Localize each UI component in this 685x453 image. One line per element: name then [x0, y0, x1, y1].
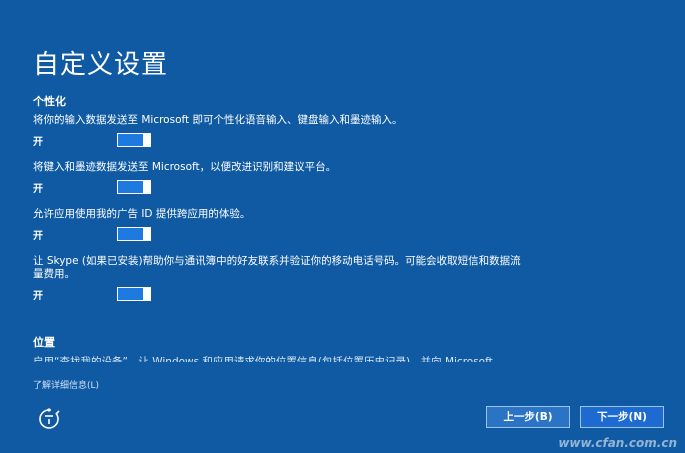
learn-more-link[interactable]: 了解详细信息(L) — [33, 378, 99, 391]
skype-contacts-toggle[interactable] — [117, 287, 151, 301]
toggle-state-label: 开 — [33, 183, 43, 195]
toggle-knob — [143, 227, 151, 241]
toggle-state-label: 开 — [33, 230, 43, 242]
setting-input-personalization: 将你的输入数据发送至 Microsoft 即可个性化语音输入、键盘输入和墨迹输入… — [33, 114, 523, 148]
location-partial-description: 启用“查找我的设备”，让 Windows 和应用请求你的位置信息(包括位置历史记… — [33, 356, 493, 362]
personalization-header: 个性化 — [33, 95, 66, 108]
setting-description: 将键入和墨迹数据发送至 Microsoft，以便改进识别和建议平台。 — [33, 161, 337, 173]
setting-description: 允许应用使用我的广告 ID 提供跨应用的体验。 — [33, 208, 251, 220]
toggle-state-label: 开 — [33, 136, 43, 148]
toggle-knob — [143, 133, 151, 147]
back-button[interactable]: 上一步(B) — [486, 406, 570, 428]
setting-skype-contacts: 让 Skype (如果已安装)帮助你与通讯簿中的好友联系并验证你的移动电话号码。… — [33, 255, 523, 302]
input-personalization-toggle[interactable] — [117, 133, 151, 147]
setting-typing-ink-data: 将键入和墨迹数据发送至 Microsoft，以便改进识别和建议平台。 开 — [33, 161, 523, 195]
toggle-knob — [143, 287, 151, 301]
location-header: 位置 — [33, 336, 55, 349]
typing-ink-data-toggle[interactable] — [117, 180, 151, 194]
setting-description: 让 Skype (如果已安装)帮助你与通讯簿中的好友联系并验证你的移动电话号码。… — [33, 255, 521, 280]
setting-description: 将你的输入数据发送至 Microsoft 即可个性化语音输入、键盘输入和墨迹输入… — [33, 114, 403, 126]
watermark: www.cfan.com.cn — [558, 436, 677, 450]
settings-scroll-area[interactable]: 个性化 将你的输入数据发送至 Microsoft 即可个性化语音输入、键盘输入和… — [33, 94, 543, 362]
ease-of-access-icon[interactable] — [36, 405, 62, 431]
toggle-knob — [143, 180, 151, 194]
setting-advertising-id: 允许应用使用我的广告 ID 提供跨应用的体验。 开 — [33, 208, 523, 242]
toggle-state-label: 开 — [33, 290, 43, 302]
next-button[interactable]: 下一步(N) — [580, 406, 664, 428]
advertising-id-toggle[interactable] — [117, 227, 151, 241]
page-title: 自定义设置 — [33, 50, 169, 80]
